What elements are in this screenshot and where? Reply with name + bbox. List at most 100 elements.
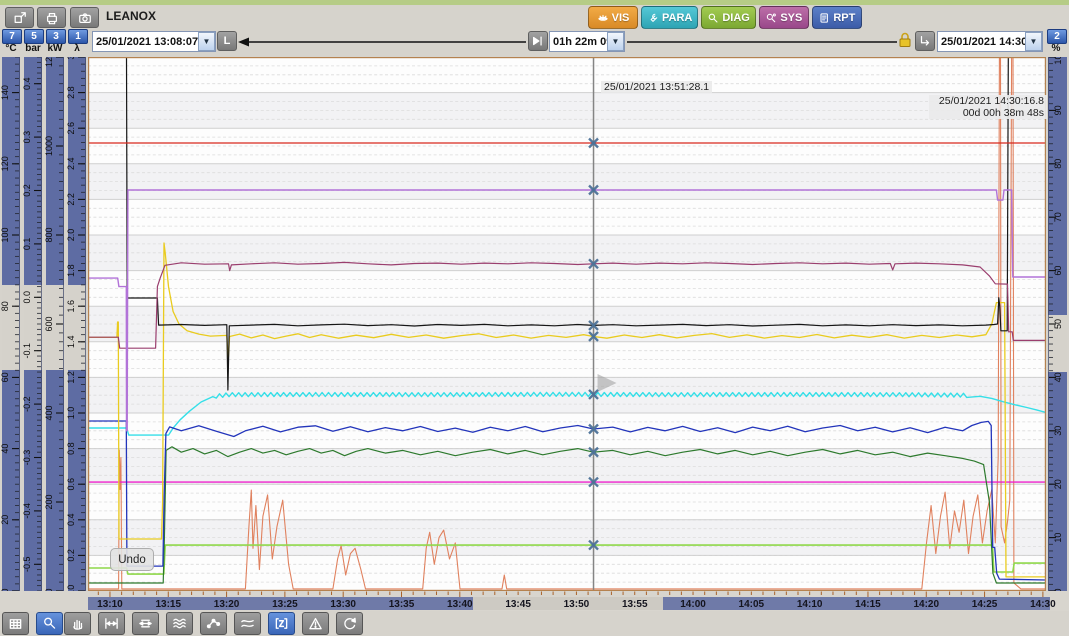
print-icon [45, 11, 59, 25]
start-datetime-select[interactable]: 25/01/2021 13:08:07 ▼ [92, 31, 216, 52]
axis-unit-label: λ [68, 43, 86, 54]
tool-pan-button[interactable] [64, 612, 91, 635]
svg-text:1.0: 1.0 [66, 407, 76, 420]
pin-button[interactable] [528, 31, 548, 51]
refresh-icon [342, 616, 357, 631]
svg-text:1.4: 1.4 [66, 336, 76, 349]
axis-badge-λ[interactable]: 1 [68, 29, 88, 44]
svg-text:0.3: 0.3 [22, 131, 32, 144]
tool-curves-button[interactable] [166, 612, 193, 635]
scroll-right-line[interactable] [627, 36, 897, 48]
svg-text:1.2: 1.2 [66, 371, 76, 384]
tab-para-label: PARA [662, 12, 692, 24]
chevron-down-icon[interactable]: ▼ [198, 32, 215, 51]
zoom-icon [42, 616, 57, 631]
svg-text:50: 50 [1053, 319, 1063, 329]
jump-right-button[interactable] [915, 31, 935, 51]
time-tick-label: 13:45 [505, 599, 531, 610]
snapshot-button[interactable] [70, 7, 99, 28]
right-percent-axis[interactable]: 1009080706050403020100 [1046, 57, 1069, 591]
tool-fit-width-button[interactable] [98, 612, 125, 635]
tool-refresh-button[interactable] [336, 612, 363, 635]
svg-text:40: 40 [1053, 372, 1063, 382]
pin-right-icon [531, 34, 545, 48]
svg-text:0.2: 0.2 [22, 184, 32, 197]
svg-text:0.4: 0.4 [66, 514, 76, 527]
tab-diag[interactable]: DIAG [701, 6, 756, 29]
svg-text:0.1: 0.1 [22, 238, 32, 251]
print-button[interactable] [37, 7, 66, 28]
chevron-down-icon[interactable]: ▼ [1025, 32, 1042, 51]
axis-unit-label: % [1047, 43, 1065, 54]
svg-text:400: 400 [44, 405, 54, 420]
axis-badge-bar[interactable]: 5 [24, 29, 44, 44]
tool-zoom-button[interactable] [36, 612, 63, 635]
magnifier-gear-icon [765, 12, 777, 24]
time-tick-label: 13:50 [564, 599, 590, 610]
camera-icon [78, 11, 92, 25]
tab-vis-label: VIS [612, 12, 630, 24]
chevron-down-icon[interactable]: ▼ [607, 32, 624, 51]
time-tick-label: 14:30 [1030, 599, 1056, 610]
tab-diag-label: DIAG [722, 12, 750, 24]
start-datetime-value: 25/01/2021 13:08:07 [93, 36, 198, 48]
alarm-icon [308, 616, 323, 631]
axis-unit-label: °C [2, 43, 20, 54]
duration-select[interactable]: 01h 22m 09s ▼ [549, 31, 625, 52]
svg-text:0.2: 0.2 [66, 549, 76, 562]
zoomz-icon [274, 616, 289, 631]
svg-text:120: 120 [0, 156, 10, 171]
end-datetime-select[interactable]: 25/01/2021 14:30:16 ▼ [937, 31, 1043, 52]
trend-plot[interactable] [88, 57, 1046, 591]
time-tick-label: 13:20 [214, 599, 240, 610]
undo-button[interactable]: Undo [110, 548, 154, 571]
jump-left-button[interactable]: L [217, 31, 237, 51]
svg-text:2.6: 2.6 [66, 122, 76, 135]
detach-window-button[interactable] [5, 7, 34, 28]
tab-vis[interactable]: VIS [588, 6, 638, 29]
magnifier-icon [707, 12, 719, 24]
svg-text:-0.4: -0.4 [22, 503, 32, 519]
axis-badge-°C[interactable]: 7 [2, 29, 22, 44]
svg-text:-0.1: -0.1 [22, 343, 32, 359]
eye-icon [597, 12, 609, 24]
svg-text:-0.2: -0.2 [22, 396, 32, 412]
tool-zoom-z-button[interactable] [268, 612, 295, 635]
scalex-icon [138, 616, 153, 631]
undo-label: Undo [118, 554, 146, 566]
wrench-icon [647, 12, 659, 24]
time-tick-label: 14:25 [972, 599, 998, 610]
tool-data-points-button[interactable] [200, 612, 227, 635]
waves-icon [172, 616, 187, 631]
tool-table-button[interactable] [2, 612, 29, 635]
svg-text:800: 800 [44, 227, 54, 242]
end-datetime-value: 25/01/2021 14:30:16 [938, 36, 1025, 48]
svg-text:90: 90 [1053, 105, 1063, 115]
svg-text:-0.3: -0.3 [22, 450, 32, 466]
tool-stack-curves-button[interactable] [234, 612, 261, 635]
tab-sys[interactable]: SYS [759, 6, 809, 29]
axis-badge-kW[interactable]: 3 [46, 29, 66, 44]
svg-text:20: 20 [0, 515, 10, 525]
leanox-trend-window: LEANOX VIS PARA DIAG SYS RPT 7°C5bar3kW1… [0, 0, 1069, 636]
duration-value: 01h 22m 09s [550, 36, 607, 48]
svg-text:80: 80 [0, 301, 10, 311]
svg-text:40: 40 [0, 444, 10, 454]
svg-text:70: 70 [1053, 212, 1063, 222]
svg-text:2.4: 2.4 [66, 158, 76, 171]
time-tick-label: 13:15 [155, 599, 181, 610]
scroll-left-arrow[interactable] [238, 36, 526, 48]
time-tick-label: 14:00 [680, 599, 706, 610]
fitwidth-icon [104, 616, 119, 631]
tab-para[interactable]: PARA [641, 6, 698, 29]
tool-scale-x-button[interactable] [132, 612, 159, 635]
svg-text:100: 100 [1053, 57, 1063, 65]
time-tick-label: 14:20 [913, 599, 939, 610]
time-axis[interactable]: 13:1013:1513:2013:2513:3013:3513:4013:45… [0, 591, 1069, 611]
svg-text:3: 3 [66, 57, 76, 60]
axis-badge-percent[interactable]: 2 [1047, 29, 1067, 44]
lock-icon [898, 31, 912, 48]
tab-rpt[interactable]: RPT [812, 6, 862, 29]
tool-alarm-button[interactable] [302, 612, 329, 635]
left-value-axes[interactable]: 1401201008060402000.40.30.20.10.0-0.1-0.… [0, 57, 88, 591]
